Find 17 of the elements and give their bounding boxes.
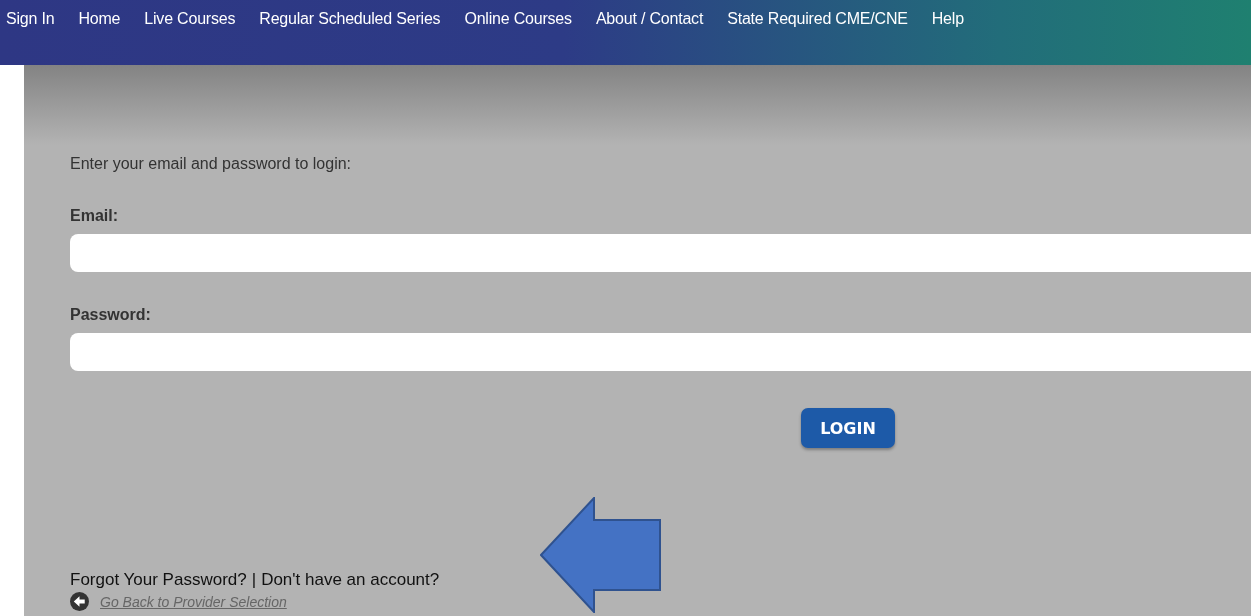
field-label: Password: <box>70 306 152 324</box>
forgot-password-link[interactable]: Forgot Your Password? <box>70 570 247 590</box>
separator: | <box>251 570 257 590</box>
nav-link[interactable]: Sign In <box>6 0 67 28</box>
nav-link[interactable]: Help <box>919 0 976 28</box>
input-field[interactable] <box>70 333 1251 371</box>
field-label: Email: <box>70 207 119 225</box>
nav-link[interactable]: State Required CME/CNE <box>715 0 920 28</box>
nav-link[interactable]: About / Contact <box>583 0 716 28</box>
signup-link[interactable]: Don't have an account? <box>261 570 440 590</box>
instructions-text: Enter your email and password to login: <box>70 154 353 173</box>
nav-link[interactable]: Regular Scheduled Series <box>247 0 453 28</box>
input-field[interactable] <box>70 234 1251 272</box>
nav-link[interactable]: Live Courses <box>132 0 248 28</box>
nav-link[interactable]: Home <box>66 0 133 28</box>
nav-link[interactable]: Online Courses <box>452 0 584 28</box>
login-button[interactable]: LOGIN <box>801 408 895 448</box>
